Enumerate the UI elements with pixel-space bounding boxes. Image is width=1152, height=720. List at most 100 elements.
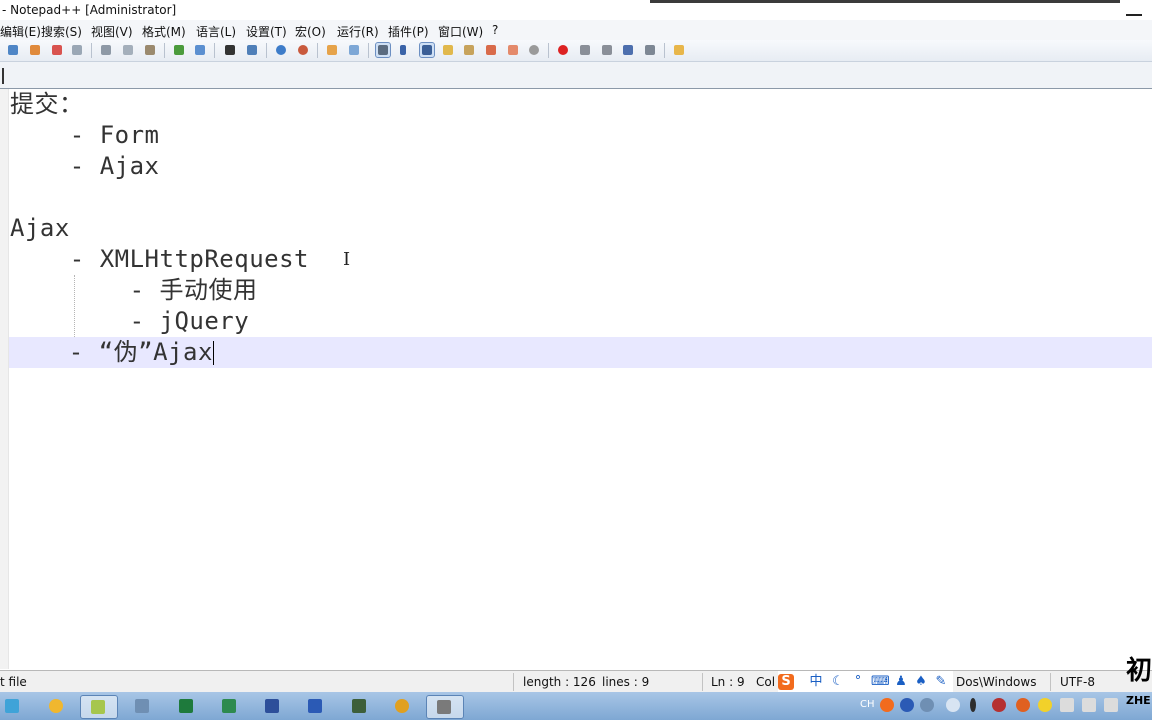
toolbar-separator — [164, 43, 165, 58]
text-cursor — [212, 341, 214, 365]
tray-cloud-icon[interactable] — [946, 698, 960, 712]
editor-line-8[interactable]: - jQuery — [10, 306, 249, 337]
doc-map-icon[interactable] — [462, 43, 476, 57]
taskbar-app-chrome[interactable] — [390, 695, 414, 717]
toolbar-separator — [368, 43, 369, 58]
record-macro-icon[interactable] — [556, 43, 570, 57]
show-all-chars-icon[interactable] — [398, 43, 412, 57]
window-controls — [650, 0, 1152, 20]
editor-line-3[interactable]: - Ajax — [10, 151, 160, 182]
menu-plugins[interactable]: 插件(P) — [388, 23, 429, 40]
minimize-button[interactable] — [1126, 6, 1142, 16]
skin-icon[interactable]: ♠ — [913, 674, 929, 690]
tray-window-icon[interactable] — [1060, 698, 1074, 712]
user-defined-language-icon[interactable] — [441, 43, 455, 57]
active-tab-edge[interactable] — [2, 68, 4, 84]
tray-language[interactable]: CH — [860, 699, 875, 710]
taskbar-app-explorer[interactable] — [44, 695, 68, 717]
folder-as-workspace-icon[interactable] — [506, 43, 520, 57]
editor-margin — [0, 89, 9, 669]
punctuation-icon[interactable]: ° — [850, 674, 866, 690]
taskbar-app-tool[interactable] — [130, 695, 154, 717]
copy-icon[interactable] — [121, 43, 135, 57]
editor-line-2[interactable]: - Form — [10, 120, 160, 151]
status-separator — [702, 673, 703, 691]
moon-icon[interactable]: ☾ — [830, 674, 846, 690]
taskbar: CH — [0, 692, 1152, 720]
stop-macro-icon[interactable] — [578, 43, 592, 57]
toolbar-separator — [317, 43, 318, 58]
watermark-glyph: 初 — [1126, 656, 1152, 686]
taskbar-app-save[interactable] — [260, 695, 284, 717]
menu-bar: 编辑(E) 搜索(S) 视图(V) 格式(M) 语言(L) 设置(T) 宏(O)… — [0, 20, 1152, 40]
tray-network-icon[interactable] — [920, 698, 934, 712]
menu-macro[interactable]: 宏(O) — [295, 23, 326, 40]
word-wrap-icon[interactable] — [375, 42, 391, 58]
redo-icon[interactable] — [193, 43, 207, 57]
taskbar-app-excel[interactable] — [174, 695, 198, 717]
menu-view[interactable]: 视图(V) — [91, 23, 133, 40]
editor-line-9-current[interactable]: - “伪”Ajax — [9, 337, 1152, 368]
wrench-icon[interactable]: ✎ — [933, 674, 949, 690]
menu-run[interactable]: 运行(R) — [337, 23, 379, 40]
tray-orange-icon[interactable] — [1016, 698, 1030, 712]
play-macro-icon[interactable] — [600, 43, 614, 57]
run-macro-multiple-icon[interactable] — [621, 43, 635, 57]
zoom-in-icon[interactable] — [274, 43, 288, 57]
indent-guide-icon[interactable] — [419, 42, 435, 58]
editor-line-5[interactable]: Ajax — [10, 213, 70, 244]
window-title: - Notepad++ [Administrator] — [2, 3, 177, 17]
tab-strip — [0, 62, 1152, 89]
function-list-icon[interactable] — [484, 43, 498, 57]
replace-icon[interactable] — [245, 43, 259, 57]
taskbar-app-c[interactable] — [217, 695, 241, 717]
menu-window[interactable]: 窗口(W) — [438, 23, 483, 40]
paste-icon[interactable] — [143, 43, 157, 57]
tray-display-icon[interactable] — [1082, 698, 1096, 712]
tray-volume-icon[interactable] — [1104, 698, 1118, 712]
save-all-icon[interactable] — [70, 43, 84, 57]
tray-help-icon[interactable] — [900, 698, 914, 712]
sync-horizontal-icon[interactable] — [347, 43, 361, 57]
tray-shield-icon[interactable] — [992, 698, 1006, 712]
editor-line-1[interactable]: 提交： — [10, 89, 84, 120]
ime-language[interactable]: 中 — [808, 674, 824, 690]
undo-icon[interactable] — [172, 43, 186, 57]
tray-plus-icon[interactable] — [1038, 698, 1052, 712]
menu-search[interactable]: 搜索(S) — [41, 23, 82, 40]
sync-vertical-icon[interactable] — [325, 43, 339, 57]
monitoring-icon[interactable] — [527, 43, 541, 57]
find-icon[interactable] — [223, 43, 237, 57]
save-icon[interactable] — [50, 43, 64, 57]
status-separator — [513, 673, 514, 691]
tray-arrow-icon[interactable] — [970, 698, 976, 712]
launch-in-browser-icon[interactable] — [672, 43, 686, 57]
editor[interactable]: 提交： - Form - Ajax Ajax - XMLHttpRequest … — [0, 89, 1152, 669]
zoom-out-icon[interactable] — [296, 43, 310, 57]
menu-language[interactable]: 语言(L) — [196, 23, 236, 40]
status-separator — [1050, 673, 1051, 691]
status-eol: Dos\Windows — [956, 675, 1037, 689]
status-bar: t file length : 126 lines : 9 Ln : 9 Col… — [0, 670, 1152, 693]
taskbar-app-window[interactable] — [426, 695, 464, 719]
menu-settings[interactable]: 设置(T) — [246, 23, 287, 40]
taskbar-app-notepadpp[interactable] — [80, 695, 118, 719]
keyboard-icon[interactable]: ⌨ — [871, 674, 890, 690]
watermark-logo: 初 ZHE — [1126, 656, 1152, 720]
new-file-icon[interactable] — [6, 43, 20, 57]
taskbar-app-tool2[interactable] — [347, 695, 371, 717]
start-button[interactable] — [0, 695, 24, 717]
status-lines: lines : 9 — [602, 675, 650, 689]
editor-line-6[interactable]: - XMLHttpRequest — [10, 244, 309, 275]
sogou-ime-icon[interactable]: S — [778, 674, 794, 690]
user-icon[interactable]: ♟ — [893, 674, 909, 690]
cut-icon[interactable] — [99, 43, 113, 57]
open-file-icon[interactable] — [28, 43, 42, 57]
save-macro-icon[interactable] — [643, 43, 657, 57]
menu-help[interactable]: ? — [492, 23, 498, 37]
taskbar-app-word[interactable] — [303, 695, 327, 717]
menu-edit[interactable]: 编辑(E) — [0, 23, 41, 40]
tray-sogou-icon[interactable] — [880, 698, 894, 712]
editor-line-7[interactable]: - 手动使用 — [10, 275, 258, 306]
menu-format[interactable]: 格式(M) — [142, 23, 186, 40]
